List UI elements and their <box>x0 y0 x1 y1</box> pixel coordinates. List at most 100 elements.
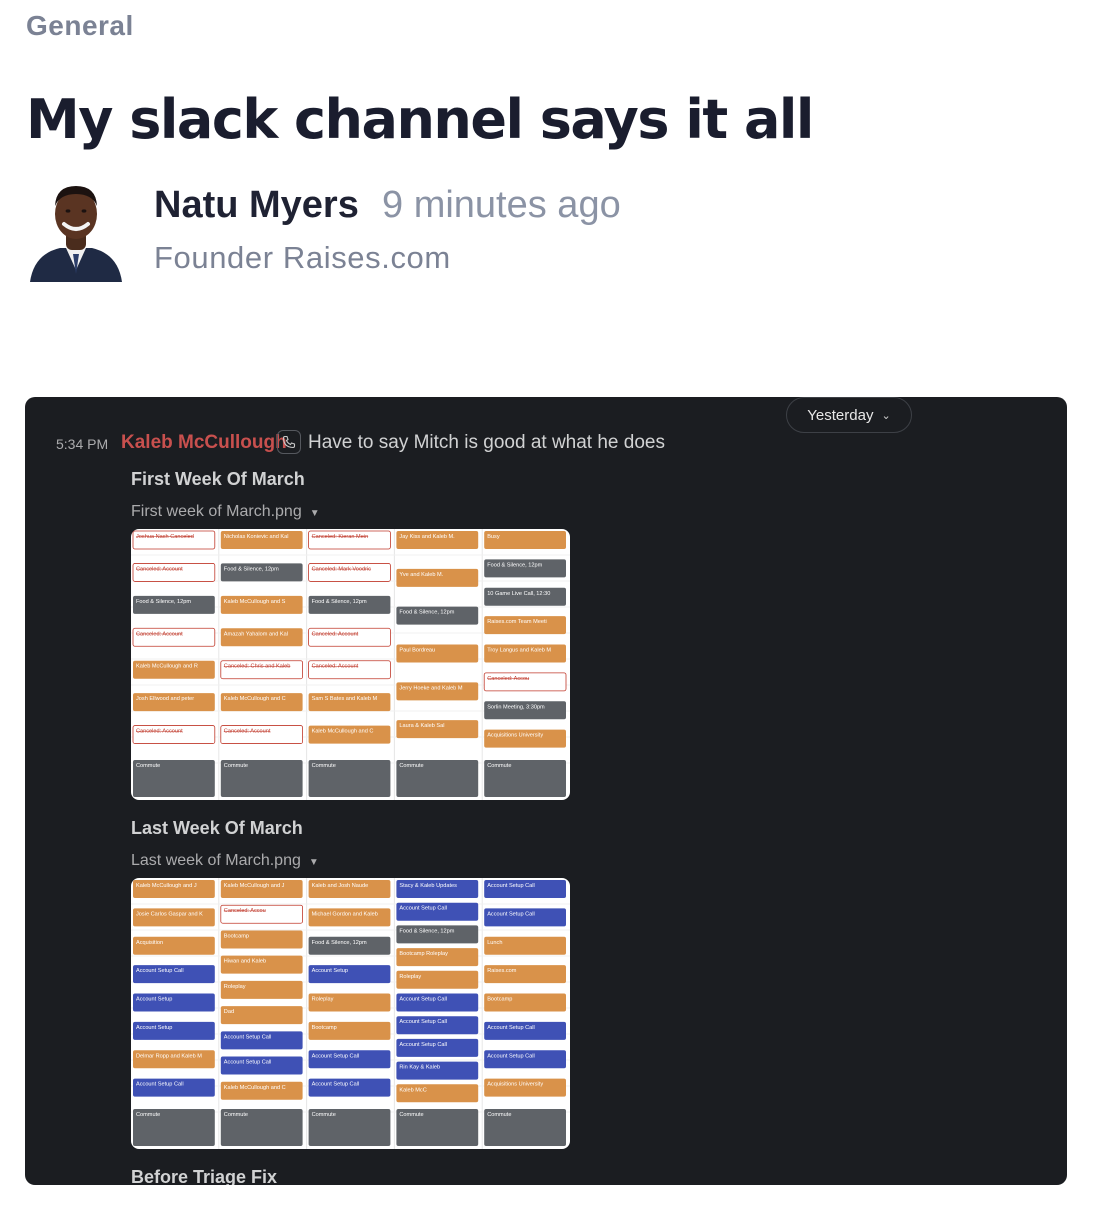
attachment-file-name: Last week of March.png <box>131 852 301 869</box>
calendar-event: Food & Silence, 12pm <box>220 563 303 582</box>
calendar-event-label: Amazah Yahalom and Kal <box>224 631 288 637</box>
calendar-event-label: Commute <box>399 763 423 769</box>
calendar-event-label: Kaleb McCullough and S <box>224 599 286 605</box>
calendar-event-label: Account Setup <box>136 1025 172 1031</box>
calendar-event-label: Acquisitions University <box>487 733 543 739</box>
calendar-event-label: Kaleb McCullough and R <box>136 664 198 670</box>
calendar-event-label: Canceled: Account <box>136 729 183 735</box>
calendar-event-label: Kaleb McCullough and C <box>224 696 286 702</box>
calendar-event: Food & Silence, 12pm <box>396 606 479 625</box>
calendar-event: Sorlin Meeting, 3:30pm <box>484 701 566 720</box>
calendar-event-label: Food & Silence, 12pm <box>312 940 367 946</box>
calendar-event-label: Food & Silence, 12pm <box>136 599 191 605</box>
calendar-event-label: Bootcamp Roleplay <box>399 951 448 957</box>
calendar-event-label: Sam S Bates and Kaleb M <box>312 696 378 702</box>
calendar-event-label: Account Setup Call <box>224 1060 272 1066</box>
calendar-event: Roleplay <box>220 980 303 999</box>
calendar-event: Lunch <box>484 936 566 955</box>
calendar-event-label: Account Setup Call <box>312 1053 360 1059</box>
calendar-event-label: Food & Silence, 12pm <box>399 928 454 934</box>
calendar-event: Laura & Kaleb Sal <box>396 720 479 739</box>
attachment-file-2[interactable]: Last week of March.png ▼ <box>131 852 319 870</box>
calendar-event: Roleplay <box>396 970 479 989</box>
calendar-event: Canceled: Account <box>308 627 391 647</box>
calendar-event-label: Canceled: Accou <box>487 676 529 682</box>
post-timestamp: 9 minutes ago <box>382 184 621 226</box>
calendar-event: Account Setup Call <box>396 1016 479 1035</box>
post-author: Natu Myers 9 minutes ago Founder Raises.… <box>26 178 726 288</box>
author-avatar[interactable] <box>26 178 126 282</box>
calendar-event: Account Setup Call <box>396 1038 479 1057</box>
calendar-event: Joshua Nash Canceled <box>132 530 216 550</box>
calendar-event-label: Acquisition <box>136 940 163 946</box>
calendar-event: Account Setup Call <box>308 1050 391 1069</box>
calendar-event: Account Setup Call <box>396 902 479 921</box>
attachment-file-1[interactable]: First week of March.png ▼ <box>131 503 320 521</box>
calendar-event-label: Bootcamp <box>224 933 249 939</box>
calendar-event-label: Canceled: Account <box>312 631 359 637</box>
calendar-event-label: Account Setup Call <box>399 1019 447 1025</box>
calendar-event-label: Account Setup Call <box>487 911 535 917</box>
calendar-event-label: Kaleb McC <box>399 1087 426 1093</box>
message-author[interactable]: Kaleb McCullough <box>121 432 287 454</box>
huddle-phone-icon[interactable] <box>277 430 301 454</box>
calendar-event-label: Account Setup Call <box>487 1053 535 1059</box>
calendar-event: Canceled: Accou <box>220 904 304 924</box>
calendar-event-label: Account Setup Call <box>487 883 535 889</box>
calendar-event: Canceled: Account <box>132 627 216 647</box>
calendar-event-label: Kaleb McCullough and J <box>224 883 285 889</box>
calendar-event-label: Kaleb and Josh Naude <box>312 883 369 889</box>
calendar-event-label: Kaleb McCullough and C <box>224 1085 286 1091</box>
calendar-event: Kaleb and Josh Naude <box>308 880 391 898</box>
calendar-event-label: Commute <box>136 763 160 769</box>
calendar-event-label: Sorlin Meeting, 3:30pm <box>487 704 545 710</box>
calendar-event: Raises.com <box>484 965 566 984</box>
calendar-event: Josh Ellwood and peter <box>133 693 215 712</box>
calendar-event: Acquisitions University <box>484 729 566 748</box>
author-name[interactable]: Natu Myers <box>154 184 359 227</box>
calendar-event: Michael Gordon and Kaleb <box>308 908 391 927</box>
calendar-event-label: Account Setup Call <box>399 1042 447 1048</box>
calendar-event-label: Canceled: Account <box>224 729 271 735</box>
calendar-event: Nicholas Konievic and Kal <box>220 531 303 549</box>
calendar-event-label: Raises.com Team Meeti <box>487 619 547 625</box>
calendar-event: Kaleb McCullough and J <box>133 880 215 898</box>
calendar-grid-last-week: Kaleb McCullough and J Josie Carlos Gaspa… <box>131 878 570 1149</box>
calendar-event-label: Acquisitions University <box>487 1082 543 1088</box>
calendar-event: Kaleb McCullough and C <box>308 725 391 744</box>
calendar-image-first-week[interactable]: Joshua Nash Canceled Canceled: Account Foo… <box>131 529 570 800</box>
calendar-event: Kaleb McCullough and C <box>220 1081 303 1100</box>
calendar-event-label: Nicholas Konievic and Kal <box>224 534 289 540</box>
calendar-event: Commute <box>484 1109 566 1146</box>
calendar-event: Account Setup Call <box>220 1031 303 1050</box>
calendar-event-label: Lunch <box>487 940 502 946</box>
calendar-event-label: Josie Carlos Gaspar and K <box>136 911 203 917</box>
day-filter-button[interactable]: Yesterday ⌄ <box>786 397 912 433</box>
calendar-event-label: Troy Langus and Kaleb M <box>487 648 551 654</box>
calendar-event-label: Account Setup Call <box>312 1082 360 1088</box>
calendar-event: Kaleb McCullough and J <box>220 880 303 898</box>
calendar-event: Yve and Kaleb M. <box>396 568 479 587</box>
calendar-event-label: Commute <box>312 763 336 769</box>
calendar-event: Kaleb McCullough and R <box>133 660 215 679</box>
calendar-event-label: Food & Silence, 12pm <box>487 562 542 568</box>
post-category[interactable]: General <box>26 10 134 42</box>
calendar-event: Food & Silence, 12pm <box>396 925 479 944</box>
caret-down-icon[interactable]: ▼ <box>310 508 320 519</box>
calendar-event-label: Canceled: Accou <box>224 908 266 914</box>
calendar-event: Jay Kiss and Kaleb M. <box>396 531 479 549</box>
message-text: Have to say Mitch is good at what he doe… <box>308 432 665 453</box>
calendar-event: Account Setup <box>308 965 391 984</box>
attachment-title-3: Before Triage Fix <box>131 1167 278 1185</box>
calendar-event: Commute <box>396 1109 479 1146</box>
calendar-event: Food & Silence, 12pm <box>308 595 391 614</box>
calendar-event: Busy <box>484 531 566 549</box>
calendar-event: Dad <box>220 1006 303 1025</box>
calendar-event-label: Michael Gordon and Kaleb <box>312 911 378 917</box>
day-filter-label: Yesterday <box>807 406 874 424</box>
calendar-image-last-week[interactable]: Kaleb McCullough and J Josie Carlos Gaspa… <box>131 878 570 1149</box>
calendar-event-label: Paul Bordreau <box>399 648 435 654</box>
calendar-event-label: Commute <box>487 1112 511 1118</box>
attachment-title-1: First Week Of March <box>131 469 305 489</box>
caret-down-icon[interactable]: ▼ <box>309 857 319 868</box>
